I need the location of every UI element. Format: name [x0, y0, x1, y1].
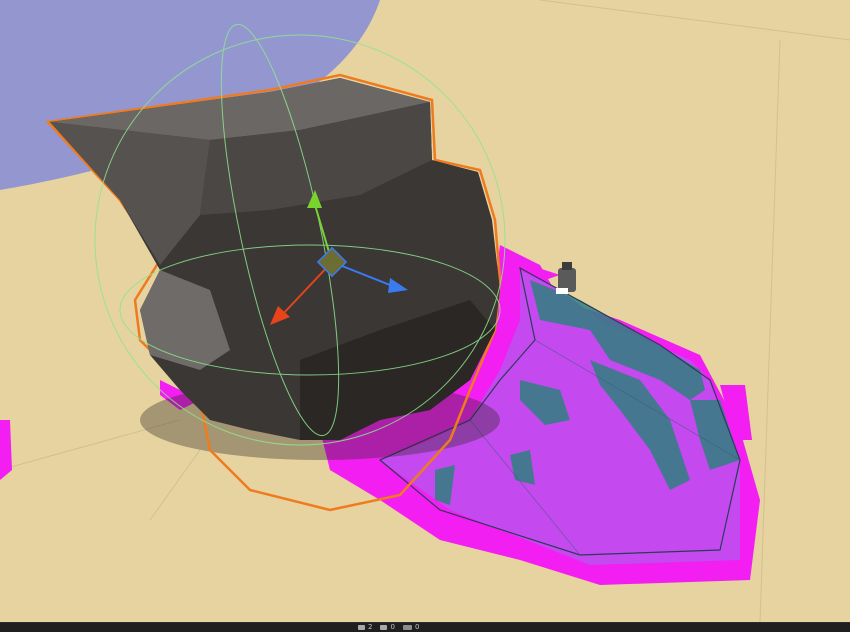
bug-count: 2: [368, 623, 373, 631]
status-item-bugs[interactable]: 2: [358, 624, 372, 631]
layers-icon: [380, 625, 388, 630]
tab-icon: [402, 625, 412, 630]
layers-count: 0: [390, 623, 395, 631]
scene-viewport[interactable]: 2 0 0: [0, 0, 850, 632]
tab-count: 0: [414, 623, 420, 631]
scene-canvas[interactable]: [0, 0, 850, 622]
status-bar: 2 0 0: [0, 622, 850, 632]
bug-icon: [358, 625, 365, 630]
status-item-tabs[interactable]: 0: [402, 623, 420, 631]
status-item-layers[interactable]: 0: [380, 623, 395, 631]
